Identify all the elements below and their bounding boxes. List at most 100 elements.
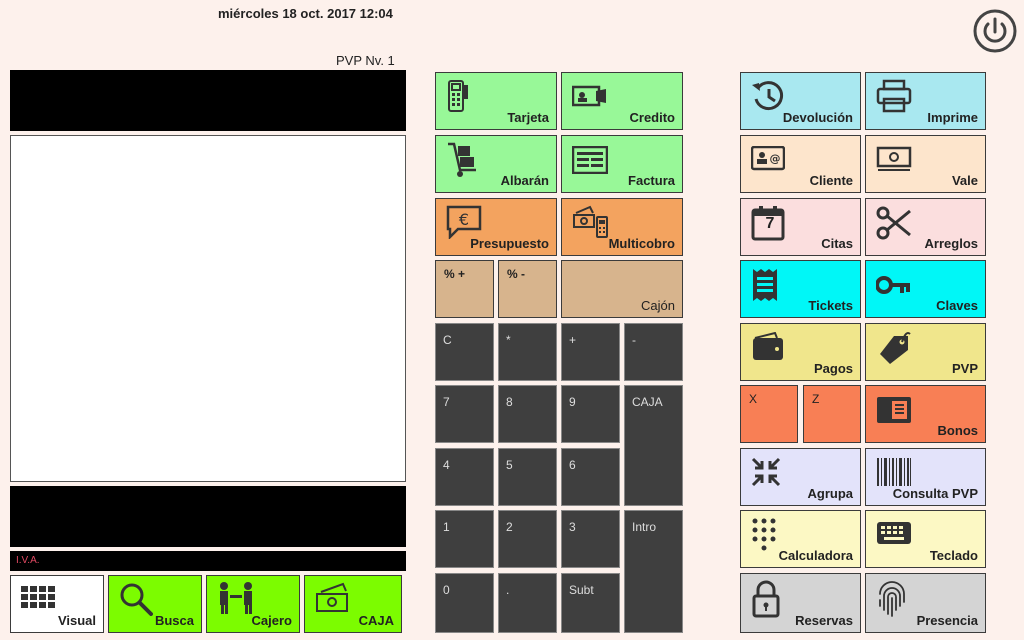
key-caja[interactable]: CAJA xyxy=(624,385,683,506)
key-5[interactable]: 5 xyxy=(498,448,557,506)
calculadora-button[interactable]: Calculadora xyxy=(740,510,861,568)
teclado-button[interactable]: Teclado xyxy=(865,510,986,568)
svg-text:@: @ xyxy=(770,152,781,165)
key-6[interactable]: 6 xyxy=(561,448,620,506)
cliente-button[interactable]: @ Cliente xyxy=(740,135,861,193)
claves-button[interactable]: Claves xyxy=(865,260,986,318)
tickets-button[interactable]: Tickets xyxy=(740,260,861,318)
printer-icon xyxy=(876,79,912,113)
bonus-card-icon xyxy=(877,397,911,423)
devolucion-button[interactable]: Devolución xyxy=(740,72,861,130)
citas-label: Citas xyxy=(821,236,853,251)
calendar-day-label: 7 xyxy=(765,215,775,232)
key-1[interactable]: 1 xyxy=(435,510,494,568)
key-6-label: 6 xyxy=(569,458,576,472)
pagos-button[interactable]: Pagos xyxy=(740,323,861,381)
x-report-button[interactable]: X xyxy=(740,385,798,443)
key-5-label: 5 xyxy=(506,458,513,472)
key-2[interactable]: 2 xyxy=(498,510,557,568)
key-clear[interactable]: C xyxy=(435,323,494,381)
pvp-label: PVP xyxy=(951,361,978,376)
devolucion-label: Devolución xyxy=(782,110,853,125)
multicobro-button[interactable]: Multicobro xyxy=(561,198,683,256)
key-multiply-label: * xyxy=(506,333,511,347)
key-3[interactable]: 3 xyxy=(561,510,620,568)
key-decimal[interactable]: . xyxy=(498,573,557,633)
iva-label: I.V.A. xyxy=(16,555,40,566)
key-9[interactable]: 9 xyxy=(561,385,620,443)
reservas-button[interactable]: Reservas xyxy=(740,573,861,633)
calculadora-label: Calculadora xyxy=(778,548,853,563)
teclado-label: Teclado xyxy=(929,548,978,563)
imprime-button[interactable]: Imprime xyxy=(865,72,986,130)
albaran-button[interactable]: Albarán xyxy=(435,135,557,193)
bonos-button[interactable]: Bonos xyxy=(865,385,986,443)
credit-card-icon xyxy=(572,85,606,107)
percent-plus-label: % + xyxy=(444,267,466,281)
pvp-button[interactable]: PVP xyxy=(865,323,986,381)
factura-button[interactable]: Factura xyxy=(561,135,683,193)
fingerprint-icon xyxy=(879,581,905,617)
keyboard-icon xyxy=(877,522,911,544)
caja-button[interactable]: CAJA xyxy=(304,575,402,633)
visual-button[interactable]: Visual xyxy=(10,575,104,633)
key-4-label: 4 xyxy=(443,458,450,472)
key-3-label: 3 xyxy=(569,520,576,534)
tickets-label: Tickets xyxy=(808,298,853,313)
ticket-lines-list[interactable] xyxy=(10,135,406,482)
credito-label: Credito xyxy=(629,110,676,125)
key-subtotal-label: Subt xyxy=(569,583,594,597)
pvp-level-label: PVP Nv. 1 xyxy=(336,53,395,68)
cajero-button[interactable]: Cajero xyxy=(206,575,300,633)
key-intro[interactable]: Intro xyxy=(624,510,683,633)
key-0[interactable]: 0 xyxy=(435,573,494,633)
presupuesto-button[interactable]: € Presupuesto xyxy=(435,198,557,256)
credito-button[interactable]: Credito xyxy=(561,72,683,130)
vale-button[interactable]: Vale xyxy=(865,135,986,193)
consulta-pvp-button[interactable]: Consulta PVP xyxy=(865,448,986,506)
tarjeta-button[interactable]: Tarjeta xyxy=(435,72,557,130)
percent-minus-button[interactable]: % - xyxy=(498,260,557,318)
key-multiply[interactable]: * xyxy=(498,323,557,381)
key-intro-label: Intro xyxy=(632,520,657,534)
key-4[interactable]: 4 xyxy=(435,448,494,506)
key-subtotal[interactable]: Subt xyxy=(561,573,620,633)
datetime-display: miércoles 18 oct. 2017 12:04 xyxy=(218,6,393,21)
citas-button[interactable]: 7 Citas xyxy=(740,198,861,256)
history-icon xyxy=(752,81,784,111)
lock-icon xyxy=(752,580,780,618)
key-plus-label: + xyxy=(569,333,577,347)
percent-minus-label: % - xyxy=(507,267,525,281)
cajon-button[interactable]: Cajón xyxy=(561,260,683,318)
multi-payment-icon xyxy=(573,205,608,238)
x-report-label: X xyxy=(749,392,758,406)
presencia-label: Presencia xyxy=(916,613,978,628)
bonos-label: Bonos xyxy=(937,423,978,438)
imprime-label: Imprime xyxy=(927,110,978,125)
price-tag-icon xyxy=(880,332,911,364)
presencia-button[interactable]: Presencia xyxy=(865,573,986,633)
card-terminal-icon xyxy=(448,80,468,112)
arreglos-label: Arreglos xyxy=(924,236,978,251)
arreglos-button[interactable]: Arreglos xyxy=(865,198,986,256)
z-report-button[interactable]: Z xyxy=(803,385,861,443)
contact-card-icon: @ xyxy=(751,146,785,171)
cajon-label: Cajón xyxy=(641,298,675,313)
percent-plus-button[interactable]: % + xyxy=(435,260,494,318)
key-1-label: 1 xyxy=(443,520,450,534)
cliente-label: Cliente xyxy=(809,173,853,188)
cash-icon xyxy=(316,582,348,612)
busca-button[interactable]: Busca xyxy=(108,575,202,633)
total-display xyxy=(10,70,406,131)
key-clear-label: C xyxy=(443,333,452,347)
key-0-label: 0 xyxy=(443,583,450,597)
scissors-icon xyxy=(876,206,911,240)
key-minus[interactable]: - xyxy=(624,323,683,381)
barcode-icon xyxy=(877,458,911,486)
key-8[interactable]: 8 xyxy=(498,385,557,443)
agrupa-button[interactable]: Agrupa xyxy=(740,448,861,506)
key-plus[interactable]: + xyxy=(561,323,620,381)
key-7[interactable]: 7 xyxy=(435,385,494,443)
key-decimal-label: . xyxy=(506,583,510,597)
power-button[interactable] xyxy=(972,8,1018,54)
